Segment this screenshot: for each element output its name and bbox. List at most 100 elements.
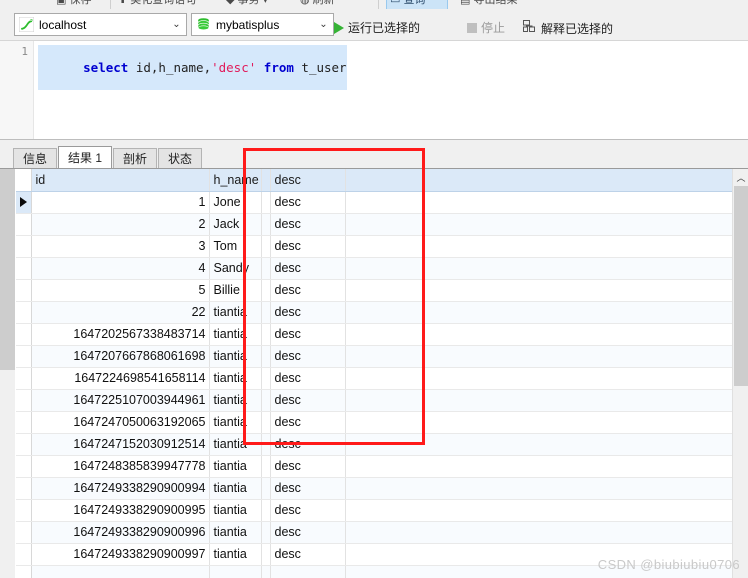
cell-empty[interactable] [345, 389, 732, 412]
cell-h-name[interactable]: Jack [209, 213, 262, 236]
outer-scrollbar-thumb[interactable] [0, 169, 15, 370]
host-connection-select[interactable]: localhost ⌄ [14, 13, 187, 36]
cell-h-name[interactable]: tiantia [209, 367, 262, 390]
cell-empty[interactable] [261, 565, 271, 578]
cell-h-name[interactable]: tiantia [209, 499, 262, 522]
cell-h-name[interactable]: tiantia [209, 389, 262, 412]
cell-empty[interactable] [261, 433, 271, 456]
toolbar-item-refresh[interactable]: ◍ 刷新 [300, 0, 335, 7]
table-row[interactable]: 1647207667868061698 tiantia desc [16, 345, 732, 368]
table-row[interactable]: 1647224698541658114 tiantia desc [16, 367, 732, 390]
cell-desc[interactable]: desc [270, 543, 346, 566]
cell-desc[interactable]: desc [270, 411, 346, 434]
run-selected-button[interactable]: 运行已选择的 [334, 20, 420, 36]
row-indicator-cell[interactable] [16, 367, 32, 390]
cell-empty[interactable] [261, 367, 271, 390]
cell-empty[interactable] [345, 301, 732, 324]
column-header-id[interactable]: id [31, 169, 210, 192]
cell-id[interactable]: 1647207667868061698 [31, 345, 210, 368]
row-indicator-cell[interactable] [16, 565, 32, 578]
cell-empty[interactable] [345, 499, 732, 522]
table-row[interactable]: 1647202567338483714 tiantia desc [16, 323, 732, 346]
cell-desc[interactable]: desc [270, 345, 346, 368]
cell-desc[interactable]: desc [270, 235, 346, 258]
explain-selected-button[interactable]: 解释已选择的 [523, 20, 613, 37]
chevron-up-icon[interactable]: ︿ [733, 169, 748, 186]
cell-h-name[interactable]: Tom [209, 235, 262, 258]
table-row[interactable]: 5 Billie desc [16, 279, 732, 302]
row-indicator-cell[interactable] [16, 213, 32, 236]
cell-empty[interactable] [261, 521, 271, 544]
row-indicator-cell[interactable] [16, 257, 32, 280]
cell-h-name[interactable]: tiantia [209, 521, 262, 544]
cell-id[interactable]: 1647225107003944961 [31, 389, 210, 412]
row-indicator-cell[interactable] [16, 301, 32, 324]
cell-h-name[interactable]: tiantia [209, 543, 262, 566]
cell-h-name[interactable]: Sandy [209, 257, 262, 280]
row-indicator-cell[interactable] [16, 235, 32, 258]
cell-empty[interactable] [345, 191, 732, 214]
cell-desc[interactable]: desc [270, 455, 346, 478]
tab-result-1[interactable]: 结果 1 [58, 146, 113, 168]
chevron-down-icon[interactable]: ⌄ [316, 19, 331, 30]
table-row[interactable]: 22 tiantia desc [16, 301, 732, 324]
cell-h-name[interactable]: tiantia [209, 455, 262, 478]
row-indicator-cell[interactable] [16, 499, 32, 522]
cell-empty[interactable] [345, 213, 732, 236]
cell-empty[interactable] [261, 411, 271, 434]
cell-empty[interactable] [261, 257, 271, 280]
cell-empty[interactable] [345, 477, 732, 500]
cell-empty[interactable] [261, 477, 271, 500]
cell-empty[interactable] [261, 455, 271, 478]
cell-id[interactable] [31, 565, 210, 578]
row-indicator-cell[interactable] [16, 279, 32, 302]
cell-id[interactable]: 3 [31, 235, 210, 258]
cell-id[interactable]: 1647224698541658114 [31, 367, 210, 390]
cell-empty[interactable] [261, 301, 271, 324]
cell-id[interactable]: 1647249338290900997 [31, 543, 210, 566]
cell-empty[interactable] [261, 499, 271, 522]
toolbar-item-transaction[interactable]: ◆ 事务 ▾ [226, 0, 268, 7]
cell-desc[interactable]: desc [270, 367, 346, 390]
cell-desc[interactable]: desc [270, 521, 346, 544]
tab-info[interactable]: 信息 [13, 148, 58, 168]
cell-empty[interactable] [345, 257, 732, 280]
tab-status[interactable]: 状态 [158, 148, 203, 168]
sql-editor[interactable]: 1 select id,h_name,'desc' from t_user [0, 40, 748, 140]
cell-desc[interactable]: desc [270, 433, 346, 456]
table-row[interactable]: 1647247152030912514 tiantia desc [16, 433, 732, 456]
row-indicator-cell[interactable] [16, 543, 32, 566]
result-grid[interactable]: id h_name desc 1 Jone desc 2 Jack desc 3 Tom des… [16, 169, 732, 578]
toolbar-item-beautify-sql[interactable]: ⬆ 美化查询语句 [118, 0, 196, 7]
cell-h-name[interactable]: tiantia [209, 477, 262, 500]
row-indicator-cell[interactable] [16, 191, 32, 214]
row-indicator-cell[interactable] [16, 411, 32, 434]
cell-h-name[interactable] [209, 565, 262, 578]
cell-empty[interactable] [261, 191, 271, 214]
table-row[interactable]: 4 Sandy desc [16, 257, 732, 280]
row-indicator-cell[interactable] [16, 323, 32, 346]
cell-id[interactable]: 1647249338290900995 [31, 499, 210, 522]
cell-desc[interactable]: desc [270, 301, 346, 324]
cell-desc[interactable]: desc [270, 477, 346, 500]
cell-id[interactable]: 5 [31, 279, 210, 302]
chevron-down-icon[interactable]: ⌄ [169, 19, 184, 30]
cell-desc[interactable]: desc [270, 257, 346, 280]
cell-id[interactable]: 1647247152030912514 [31, 433, 210, 456]
cell-id[interactable]: 1 [31, 191, 210, 214]
cell-empty[interactable] [261, 389, 271, 412]
cell-desc[interactable]: desc [270, 323, 346, 346]
cell-empty[interactable] [345, 367, 732, 390]
table-row[interactable]: 1647249338290900996 tiantia desc [16, 521, 732, 544]
tab-profile[interactable]: 剖析 [113, 148, 158, 168]
row-indicator-cell[interactable] [16, 345, 32, 368]
toolbar-item-export-result[interactable]: ▤ 导出结果 [460, 0, 517, 7]
database-select[interactable]: mybatisplus ⌄ [191, 13, 334, 36]
cell-desc[interactable]: desc [270, 279, 346, 302]
toolbar-item-save[interactable]: ▣ 保存 [56, 0, 91, 7]
row-indicator-cell[interactable] [16, 477, 32, 500]
cell-id[interactable]: 22 [31, 301, 210, 324]
cell-empty[interactable] [261, 279, 271, 302]
cell-empty[interactable] [345, 345, 732, 368]
cell-h-name[interactable]: tiantia [209, 301, 262, 324]
